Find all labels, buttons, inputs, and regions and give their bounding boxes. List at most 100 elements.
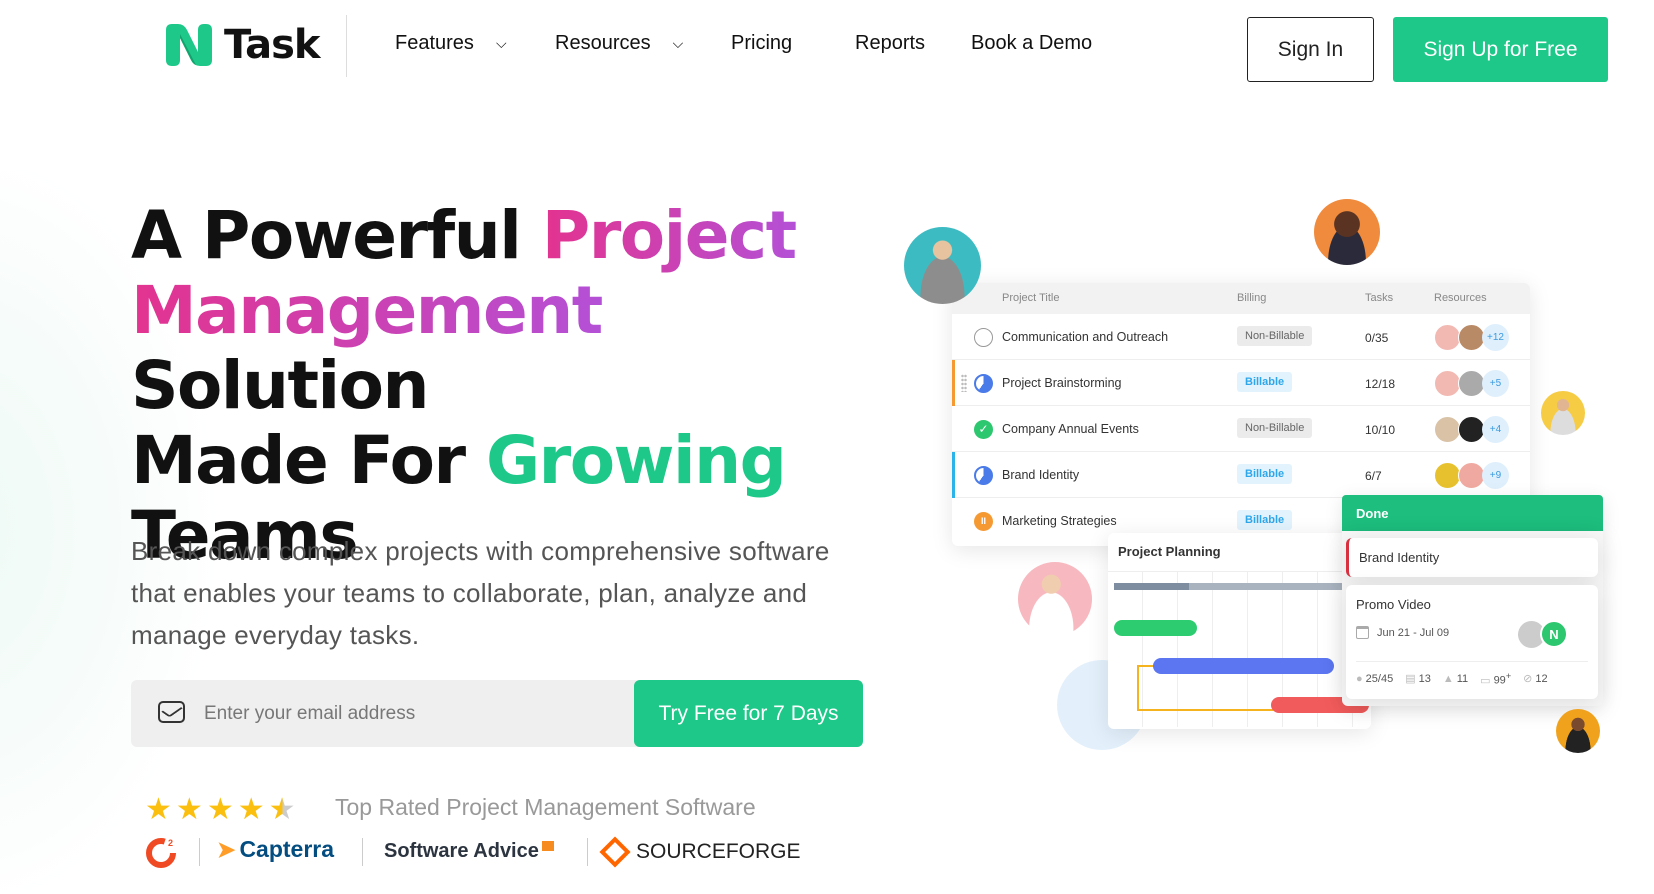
mail-icon [158,701,185,723]
title-highlight: Management [131,272,603,349]
nav-features[interactable]: Features ⌵ [395,32,507,55]
divider [199,838,200,866]
stat-sup: + [1505,671,1512,681]
table-row[interactable]: Project Brainstorming Billable 12/18 +5 [952,360,1530,406]
gantt-task-bar[interactable] [1153,658,1334,674]
avatar [1458,462,1485,489]
stat-value: 99 [1493,674,1506,687]
avatar [1434,462,1461,489]
project-title: Brand Identity [1002,468,1080,482]
status-not-started-icon [974,328,993,347]
billing-badge: Non-Billable [1237,326,1313,346]
nav-label: Features [395,32,474,54]
avatar [1458,370,1485,397]
more-count: +4 [1482,416,1509,443]
more-count: +9 [1482,462,1509,489]
check-circle-icon: ● [1356,672,1363,685]
logo-text: Task [224,22,321,68]
billing-badge: Billable [1237,510,1293,530]
try-free-button[interactable]: Try Free for 7 Days [634,680,863,747]
g2-logo: 2 [146,836,178,868]
board-card[interactable]: Promo Video Jun 21 - Jul 09 N ● 25/45 ▤ 13… [1346,585,1598,699]
team-member-photo [1541,391,1585,435]
star-icon: ★ [145,793,172,826]
title-text: Made For [131,422,486,499]
status-done-icon: ✓ [974,420,993,439]
status-in-progress-icon [974,374,993,393]
task-count: 6/7 [1365,469,1382,483]
stat-value: 13 [1418,673,1431,686]
status-in-progress-icon [974,466,993,485]
table-row[interactable]: Brand Identity Billable 6/7 +9 [952,452,1530,498]
resource-avatars: +4 [1434,416,1509,443]
column-header: Tasks [1365,292,1394,304]
team-member-photo [1556,709,1600,753]
comment-icon: ▭ [1480,674,1491,687]
project-planning-card: Project Planning [1108,533,1371,729]
sourceforge-logo: SOURCEFORGE [599,836,801,868]
divider [1356,661,1588,662]
sourceforge-text: SOURCEFORGE [636,840,801,863]
stat-value: 25/45 [1365,672,1394,685]
nav-resources[interactable]: Resources ⌵ [555,32,683,55]
planning-title: Project Planning [1118,544,1221,559]
nav-label: Reports [855,32,926,54]
team-member-photo [1314,199,1380,265]
resource-avatars: +9 [1434,462,1509,489]
resource-avatars: +12 [1434,324,1509,351]
hero-title: A Powerful Project Management Solution Mad… [131,198,851,573]
avatar [1434,416,1461,443]
nav-pricing[interactable]: Pricing [731,32,792,55]
capterra-icon: ➤ [217,836,236,862]
paperclip-icon: ⊘ [1523,673,1533,686]
nav-book-demo[interactable]: Book a Demo [971,32,1092,55]
drag-handle-icon[interactable] [961,374,967,392]
sign-in-button[interactable]: Sign In [1247,17,1374,82]
avatar [1434,370,1461,397]
billing-badge: Billable [1237,464,1293,484]
software-advice-text: Software Advice [384,840,539,862]
logo[interactable]: Task [162,22,321,68]
task-count: 12/18 [1365,377,1396,391]
nav-reports[interactable]: Reports [855,32,925,55]
more-count: +5 [1482,370,1509,397]
email-input[interactable] [204,680,624,747]
billing-badge: Non-Billable [1237,418,1313,438]
table-row[interactable]: Communication and Outreach Non-Billable … [952,314,1530,360]
board-card[interactable]: Brand Identity [1346,538,1598,577]
team-member-photo [904,227,981,304]
nav-label: Resources [555,32,651,54]
card-stats: ● 25/45 ▤ 13 ▲ 11 ▭ 99+ ⊘ 12 [1356,671,1548,687]
star-icon: ★ [237,793,265,826]
column-header: Project Title [1002,292,1060,304]
divider [587,838,588,866]
gantt-summary-bar [1114,583,1364,590]
g2-icon: 2 [146,838,176,868]
task-count: 0/35 [1365,331,1389,345]
table-header: Project Title Billing Tasks Resources [952,283,1530,314]
header-divider [346,15,347,77]
project-title: Communication and Outreach [1002,330,1169,344]
card-title: Promo Video [1356,597,1431,612]
star-icon: ★ [206,793,234,826]
column-header: Billing [1237,292,1267,304]
row-accent [952,452,955,498]
avatar [1458,324,1485,351]
nav-label: Book a Demo [971,32,1093,54]
sign-up-button[interactable]: Sign Up for Free [1393,17,1608,82]
warning-icon: ▲ [1442,672,1454,685]
title-text: A Powerful [131,197,542,274]
board-column-done: Done [1342,495,1603,532]
speech-bubble-icon [541,840,554,851]
software-advice-logo: Software Advice [384,840,554,863]
hero-description: Break down complex projects with compreh… [131,536,830,650]
column-header: Resources [1434,292,1487,304]
title-highlight: Project [541,197,797,274]
chevron-down-icon: ⌵ [495,35,507,51]
logo-icon [166,24,212,66]
more-count: +12 [1482,324,1509,351]
project-title: Marketing Strategies [1002,514,1117,528]
title-text: Solution [131,347,430,424]
table-row[interactable]: ✓ Company Annual Events Non-Billable 10/… [952,406,1530,452]
gantt-task-bar[interactable] [1114,620,1197,636]
